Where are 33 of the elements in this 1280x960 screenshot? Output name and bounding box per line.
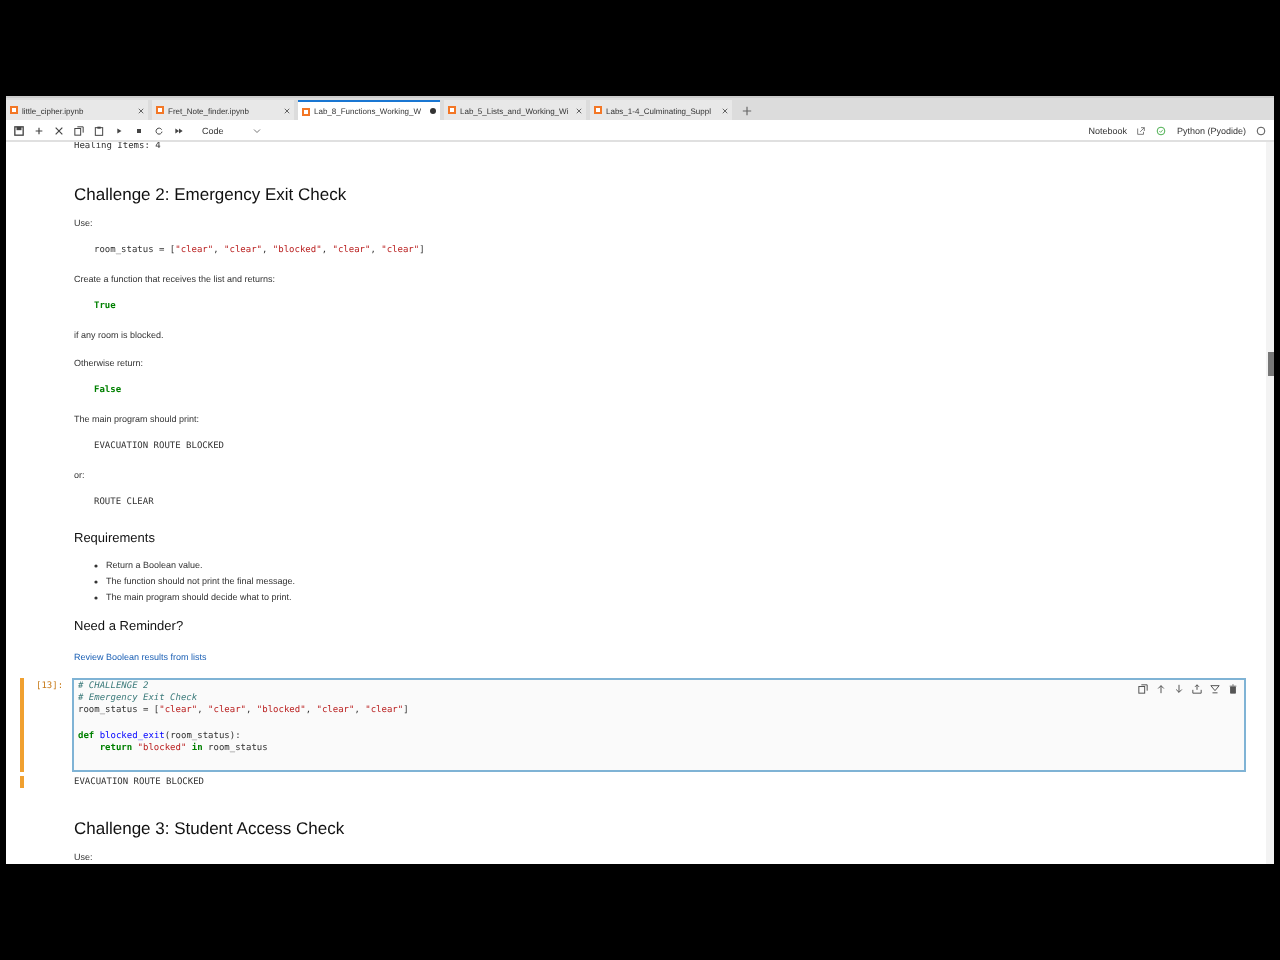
copy-icon[interactable] bbox=[74, 125, 84, 135]
close-icon[interactable] bbox=[722, 107, 728, 113]
caret-icon bbox=[251, 127, 262, 133]
move-down-icon[interactable] bbox=[1174, 684, 1184, 694]
save-icon[interactable] bbox=[14, 125, 24, 135]
section-heading: Challenge 2: Emergency Exit Check bbox=[74, 182, 349, 208]
close-icon[interactable] bbox=[576, 107, 582, 113]
notebook-icon bbox=[156, 106, 164, 114]
move-up-icon[interactable] bbox=[1156, 684, 1166, 694]
run-icon[interactable] bbox=[114, 125, 124, 135]
paste-icon[interactable] bbox=[94, 125, 104, 135]
notebook-icon bbox=[594, 106, 602, 114]
close-icon[interactable] bbox=[284, 107, 290, 113]
fast-forward-icon[interactable] bbox=[174, 125, 184, 135]
add-cell-icon[interactable] bbox=[34, 125, 44, 135]
notebook-icon bbox=[10, 106, 18, 114]
notebook-icon bbox=[448, 106, 456, 114]
scrollbar[interactable] bbox=[1266, 142, 1274, 864]
kernel-idle-icon bbox=[1156, 125, 1167, 135]
scrollbar-thumb[interactable] bbox=[1267, 352, 1273, 376]
close-icon[interactable] bbox=[138, 107, 144, 113]
kernel-status-icon bbox=[1256, 125, 1266, 135]
insert-below-icon[interactable] bbox=[1210, 684, 1220, 694]
duplicate-icon[interactable] bbox=[1138, 684, 1148, 694]
unsaved-dot-icon bbox=[430, 108, 436, 114]
restart-icon[interactable] bbox=[154, 125, 164, 135]
external-link-icon[interactable] bbox=[1136, 125, 1147, 135]
notebook-icon bbox=[302, 107, 310, 115]
insert-above-icon[interactable] bbox=[1192, 684, 1202, 694]
section-heading: Challenge 3: Student Access Check bbox=[74, 816, 347, 842]
cut-icon[interactable] bbox=[54, 125, 64, 135]
add-tab-icon[interactable] bbox=[742, 106, 752, 116]
delete-icon[interactable] bbox=[1228, 684, 1238, 694]
